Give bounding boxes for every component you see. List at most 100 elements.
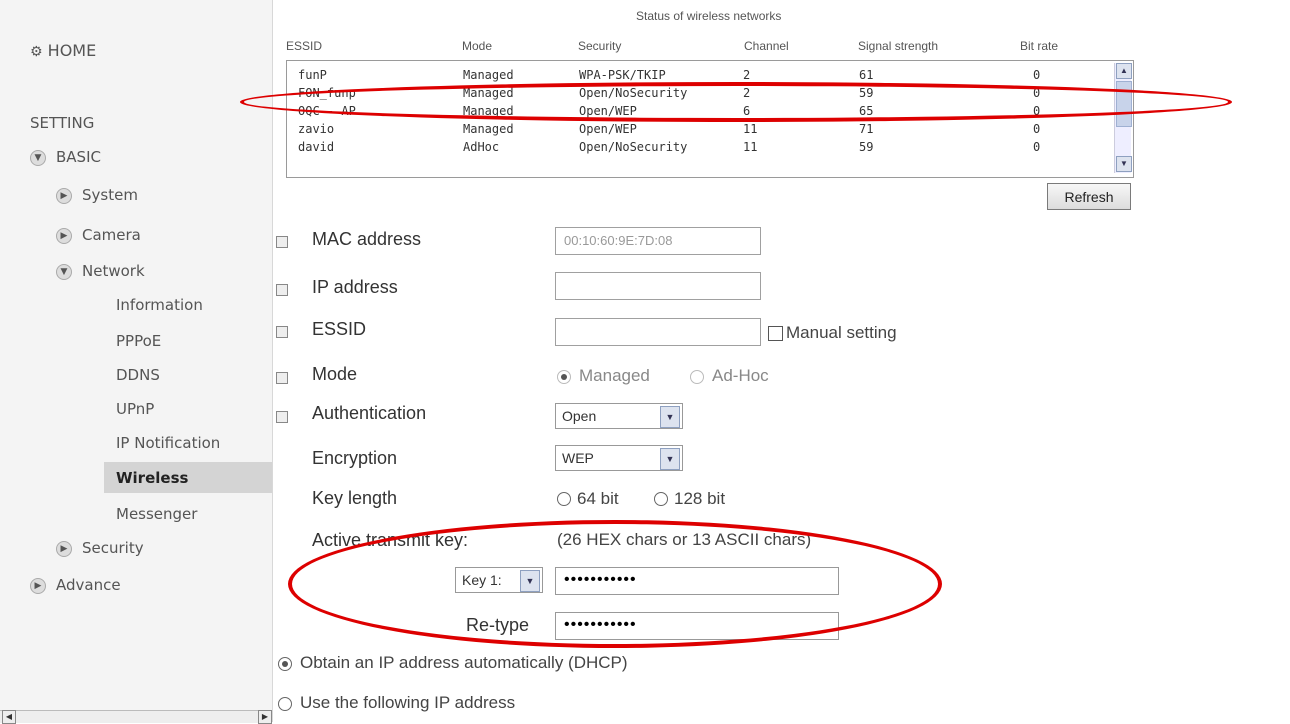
key-length-128-radio[interactable]	[654, 492, 668, 506]
mac-address-label: MAC address	[312, 229, 422, 249]
scroll-up-icon[interactable]: ▲	[1116, 63, 1132, 79]
column-header-essid: ESSID	[286, 39, 323, 53]
sidebar-item-ddns[interactable]: DDNS	[116, 366, 160, 384]
cell-security: WPA-PSK/TKIP	[579, 68, 666, 82]
cell-channel: 2	[743, 68, 751, 82]
key-password-field[interactable]: •••••••••••	[555, 567, 839, 595]
chevron-right-icon: ▶	[30, 577, 46, 594]
dhcp-label: Obtain an IP address automatically (DHCP…	[300, 653, 628, 672]
table-row[interactable]: OQC - AP Managed Open/WEP 6 65 0	[287, 104, 1107, 120]
authentication-value: Open	[562, 408, 597, 424]
cell-security: Open/WEP	[579, 104, 637, 118]
chevron-right-icon: ▶	[56, 540, 72, 557]
chevron-down-icon: ▼	[56, 263, 72, 280]
home-icon: ⚙	[30, 44, 43, 60]
sidebar-item-messenger[interactable]: Messenger	[116, 505, 197, 523]
cell-channel: 6	[743, 104, 751, 118]
home-link[interactable]: ⚙ HOME	[30, 41, 96, 60]
chevron-down-icon: ▼	[520, 570, 540, 592]
sidebar-item-information[interactable]: Information	[116, 296, 203, 314]
sidebar-item-wireless[interactable]: Wireless	[116, 469, 188, 487]
network-list[interactable]: funP Managed WPA-PSK/TKIP 2 61 0 FON_fun…	[286, 60, 1134, 178]
retype-label: Re-type	[466, 615, 530, 635]
sidebar-item-advance[interactable]: ▶ Advance	[30, 576, 121, 594]
column-header-bitrate: Bit rate	[1020, 39, 1059, 53]
cell-signal: 59	[859, 86, 874, 100]
manual-setting-checkbox[interactable]	[768, 326, 783, 341]
cell-signal: 59	[859, 140, 874, 154]
sidebar-item-security[interactable]: ▶ Security	[56, 539, 144, 557]
column-header-mode: Mode	[462, 39, 493, 53]
cell-bitrate: 0	[1033, 122, 1041, 136]
vertical-scrollbar[interactable]: ▲ ▼	[1114, 63, 1132, 173]
scrollbar-thumb[interactable]	[1116, 81, 1132, 127]
bullet-icon	[276, 236, 288, 248]
table-row[interactable]: FON_funp Managed Open/NoSecurity 2 59 0	[287, 86, 1107, 102]
cell-mode: Managed	[463, 86, 514, 100]
bullet-icon	[276, 284, 288, 296]
sidebar-item-pppoe[interactable]: PPPoE	[116, 332, 161, 350]
dhcp-radio[interactable]	[278, 657, 292, 671]
horizontal-scrollbar[interactable]	[0, 710, 272, 723]
chevron-down-icon: ▼	[30, 149, 46, 166]
cell-channel: 2	[743, 86, 751, 100]
column-header-security: Security	[578, 39, 622, 53]
cell-bitrate: 0	[1033, 140, 1041, 154]
status-title: Status of wireless networks	[636, 9, 782, 23]
cell-bitrate: 0	[1033, 104, 1041, 118]
cell-signal: 61	[859, 68, 874, 82]
table-row[interactable]: david AdHoc Open/NoSecurity 11 59 0	[287, 140, 1107, 156]
sidebar-item-network[interactable]: ▼ Network	[56, 262, 145, 280]
cell-channel: 11	[743, 122, 758, 136]
essid-field[interactable]	[555, 318, 761, 346]
sidebar-item-label: BASIC	[56, 148, 101, 166]
encryption-value: WEP	[562, 450, 594, 466]
cell-essid: FON_funp	[298, 86, 356, 100]
key-index-select[interactable]: Key 1: ▼	[455, 567, 543, 593]
retype-password-field[interactable]: •••••••••••	[555, 612, 839, 640]
mode-label: Mode	[312, 364, 358, 384]
chevron-down-icon: ▼	[660, 448, 680, 470]
authentication-label: Authentication	[312, 403, 427, 423]
sidebar-item-upnp[interactable]: UPnP	[116, 400, 154, 418]
static-ip-label: Use the following IP address	[300, 693, 516, 712]
key-length-64-radio[interactable]	[557, 492, 571, 506]
refresh-button[interactable]: Refresh	[1047, 183, 1131, 210]
encryption-label: Encryption	[312, 448, 398, 468]
mac-address-field[interactable]: 00:10:60:9E:7D:08	[555, 227, 761, 255]
chevron-right-icon: ▶	[56, 187, 72, 204]
static-ip-radio[interactable]	[278, 697, 292, 711]
key-length-128-label: 128 bit	[674, 489, 726, 508]
cell-mode: Managed	[463, 68, 514, 82]
cell-essid: funP	[298, 68, 327, 82]
mode-managed-radio[interactable]	[557, 370, 571, 384]
sidebar-item-basic[interactable]: ▼ BASIC	[30, 148, 101, 166]
column-header-signal: Signal strength	[858, 39, 939, 53]
cell-channel: 11	[743, 140, 758, 154]
key-length-label: Key length	[312, 488, 398, 508]
cell-essid: OQC - AP	[298, 104, 356, 118]
cell-bitrate: 0	[1033, 86, 1041, 100]
sidebar-item-label: System	[82, 186, 138, 204]
sidebar: ⚙ HOME SETTING ▼ BASIC ▶ System ▶ Camera ▼ N…	[0, 0, 273, 724]
authentication-select[interactable]: Open ▼	[555, 403, 683, 429]
scroll-down-icon[interactable]: ▼	[1116, 156, 1132, 172]
cell-essid: david	[298, 140, 335, 154]
encryption-select[interactable]: WEP ▼	[555, 445, 683, 471]
cell-security: Open/NoSecurity	[579, 140, 688, 154]
table-row[interactable]: zavio Managed Open/WEP 11 71 0	[287, 122, 1107, 138]
cell-essid: zavio	[298, 122, 335, 136]
table-row[interactable]: funP Managed WPA-PSK/TKIP 2 61 0	[287, 68, 1107, 84]
cell-mode: AdHoc	[463, 140, 500, 154]
column-header-channel: Channel	[744, 39, 789, 53]
sidebar-item-camera[interactable]: ▶ Camera	[56, 226, 141, 244]
mode-adhoc-label: Ad-Hoc	[712, 366, 769, 385]
sidebar-item-system[interactable]: ▶ System	[56, 186, 138, 204]
home-label: HOME	[47, 41, 97, 60]
mode-adhoc-radio[interactable]	[690, 370, 704, 384]
bullet-icon	[276, 372, 288, 384]
ip-address-field[interactable]	[555, 272, 761, 300]
cell-bitrate: 0	[1033, 68, 1041, 82]
sidebar-item-ip-notification[interactable]: IP Notification	[116, 434, 220, 452]
cell-security: Open/WEP	[579, 122, 637, 136]
